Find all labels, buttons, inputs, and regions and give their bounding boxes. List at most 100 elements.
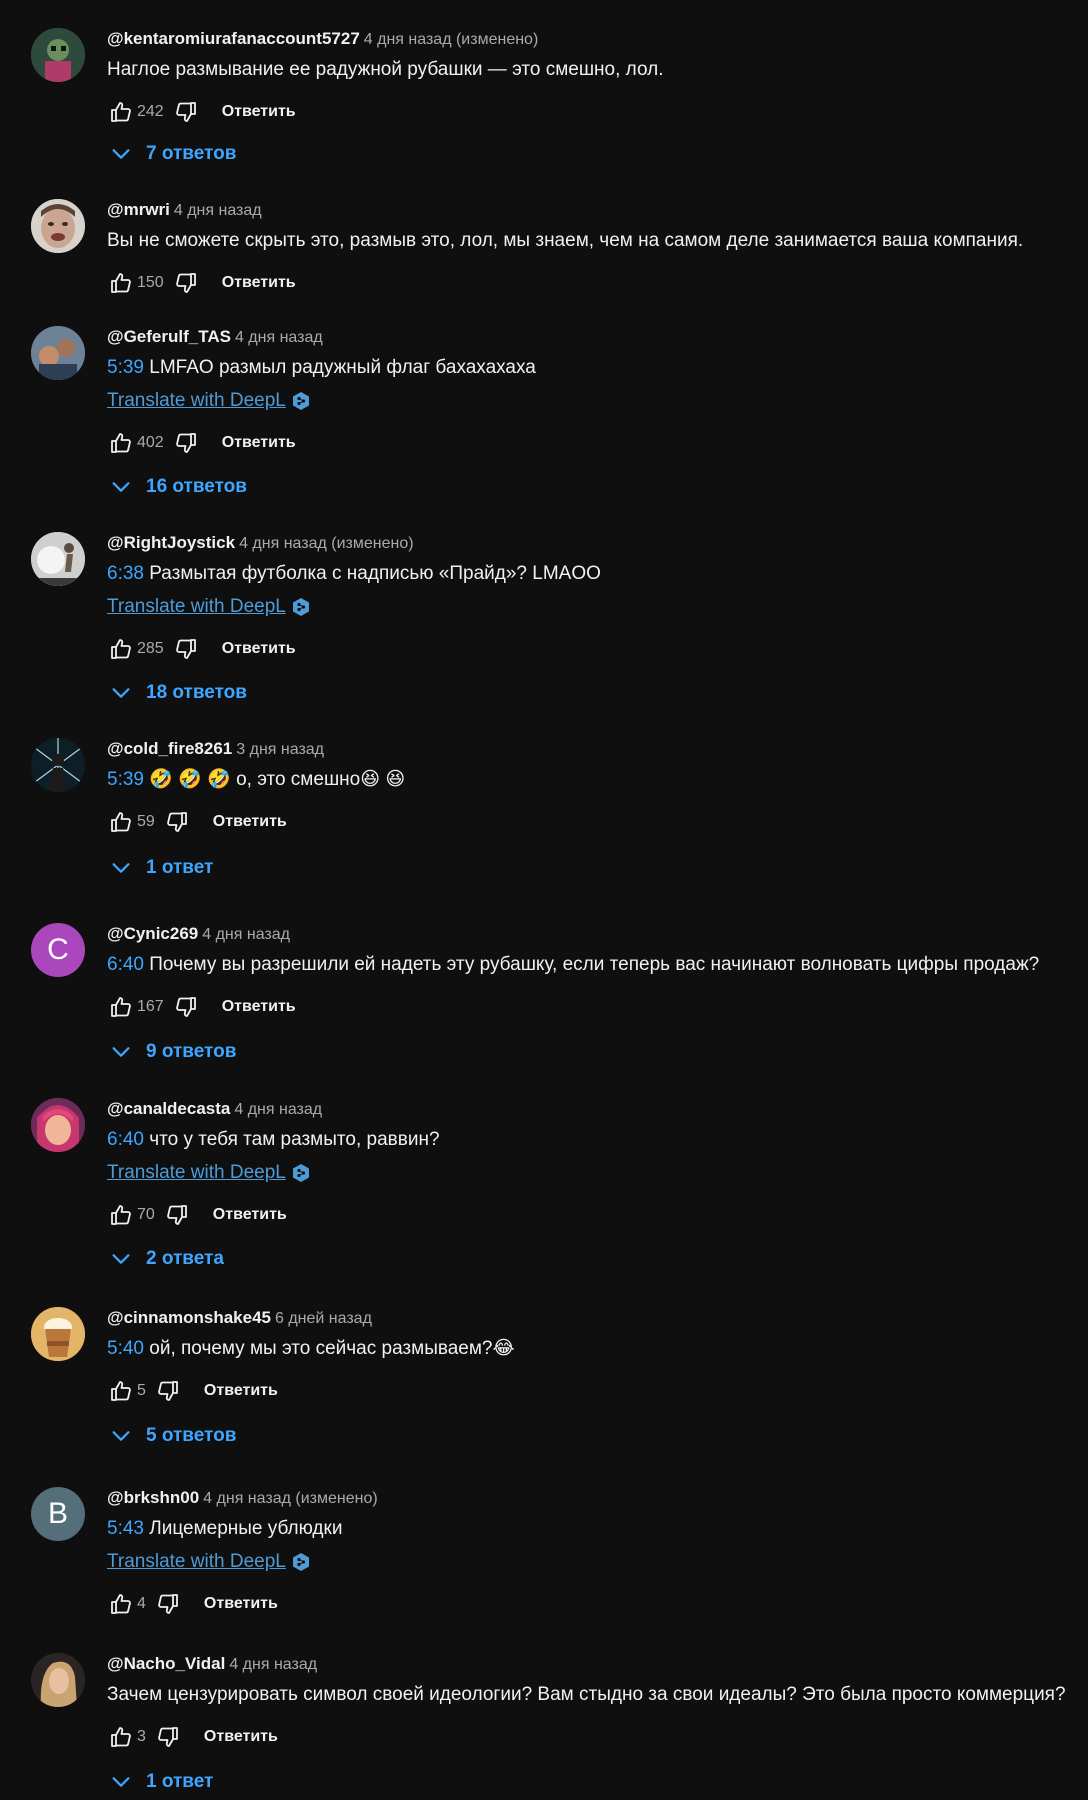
show-replies-button[interactable]: 7 ответов <box>107 139 236 169</box>
avatar[interactable] <box>31 326 85 380</box>
dislike-icon[interactable] <box>172 993 200 1021</box>
chevron-down-icon <box>112 1254 130 1264</box>
comment-text: 6:40 Почему вы разрешили ей надеть эту р… <box>107 953 1068 977</box>
comment-author[interactable]: @Nacho_Vidal <box>107 1654 225 1673</box>
translate-link[interactable]: Translate with DeepL <box>107 1162 286 1183</box>
comment-text-body: Лицемерные ублюдки <box>149 1518 343 1539</box>
chevron-down-icon <box>112 863 130 873</box>
avatar[interactable] <box>31 1098 85 1152</box>
chevron-down-icon <box>112 1047 130 1057</box>
like-icon[interactable] <box>107 1590 135 1618</box>
avatar[interactable] <box>31 532 85 586</box>
show-replies-button[interactable]: 5 ответов <box>107 1421 236 1451</box>
dislike-icon[interactable] <box>163 808 191 836</box>
dislike-icon[interactable] <box>154 1377 182 1405</box>
comment-author[interactable]: @Cynic269 <box>107 924 198 943</box>
comment-date: 6 дней назад <box>274 1310 372 1327</box>
show-replies-button[interactable]: 1 ответ <box>107 1767 213 1797</box>
like-icon[interactable] <box>107 1377 135 1405</box>
comment-date: 4 дня назад (изменено) <box>203 1490 378 1507</box>
like-count: 3 <box>137 1728 146 1745</box>
comment-author[interactable]: @cinnamonshake45 <box>107 1308 271 1327</box>
comment-author[interactable]: @canaldecasta <box>107 1099 230 1118</box>
comment-text: 5:43 Лицемерные ублюдки <box>107 1517 1068 1541</box>
reply-button[interactable]: Ответить <box>222 274 296 292</box>
comment-author[interactable]: @Geferulf_TAS <box>107 327 231 346</box>
comment-author[interactable]: @brkshn00 <box>107 1488 199 1507</box>
comment-text-body: ой, почему мы это сейчас размываем?😂 <box>149 1338 515 1359</box>
comment-author[interactable]: @cold_fire8261 <box>107 739 232 758</box>
dislike-icon[interactable] <box>154 1723 182 1751</box>
comment-author[interactable]: @mrwri <box>107 200 170 219</box>
like-icon[interactable] <box>107 993 135 1021</box>
comment-text: Вы не сможете скрыть это, размыв это, ло… <box>107 230 1024 251</box>
like-count: 167 <box>137 998 164 1015</box>
like-icon[interactable] <box>107 1723 135 1751</box>
reply-button[interactable]: Ответить <box>222 998 296 1016</box>
show-replies-button[interactable]: 16 ответов <box>107 472 247 502</box>
avatar[interactable] <box>31 738 85 792</box>
show-replies-button[interactable]: 1 ответ <box>107 853 213 883</box>
like-icon[interactable] <box>107 429 135 457</box>
timestamp-link[interactable]: 5:39 <box>107 357 144 378</box>
like-count: 4 <box>137 1595 146 1612</box>
like-count: 70 <box>137 1206 155 1223</box>
replies-count: 16 ответов <box>146 476 247 497</box>
timestamp-link[interactable]: 6:40 <box>107 1129 144 1150</box>
avatar[interactable] <box>31 199 85 253</box>
show-replies-button[interactable]: 2 ответа <box>107 1244 224 1274</box>
dislike-icon[interactable] <box>172 98 200 126</box>
avatar[interactable] <box>31 28 85 82</box>
comment-author[interactable]: @RightJoystick <box>107 533 235 552</box>
comment-text: 5:39 LMFAO размыл радужный флаг бахахаха… <box>107 356 1068 380</box>
translate-link[interactable]: Translate with DeepL <box>107 390 286 411</box>
comment-text-body: 🤣 🤣 🤣 о, это смешно😆 😆 <box>149 769 406 790</box>
reply-button[interactable]: Ответить <box>222 103 296 121</box>
like-icon[interactable] <box>107 808 135 836</box>
avatar[interactable] <box>31 1307 85 1361</box>
reply-button[interactable]: Ответить <box>222 434 296 452</box>
comment-date: 4 дня назад (изменено) <box>363 31 539 48</box>
like-icon[interactable] <box>107 635 135 663</box>
timestamp-link[interactable]: 5:39 <box>107 769 144 790</box>
avatar-letter: C <box>47 933 69 966</box>
translate-row: Translate with DeepL <box>107 389 1068 413</box>
reply-button[interactable]: Ответить <box>213 1206 287 1224</box>
dislike-icon[interactable] <box>172 269 200 297</box>
dislike-icon[interactable] <box>154 1590 182 1618</box>
replies-count: 7 ответов <box>146 143 237 164</box>
comment-date: 3 дня назад <box>236 741 325 758</box>
translate-link[interactable]: Translate with DeepL <box>107 1551 286 1572</box>
timestamp-link[interactable]: 6:38 <box>107 563 144 584</box>
dislike-icon[interactable] <box>172 635 200 663</box>
comment-text-body: LMFAO размыл радужный флаг бахахахаха <box>149 357 536 378</box>
show-replies-button[interactable]: 9 ответов <box>107 1037 236 1067</box>
show-replies-button[interactable]: 18 ответов <box>107 678 247 708</box>
reply-button[interactable]: Ответить <box>222 640 296 658</box>
avatar[interactable]: C <box>31 923 85 977</box>
comment-author[interactable]: @kentaromiurafanaccount5727 <box>107 29 360 48</box>
reply-button[interactable]: Ответить <box>204 1382 278 1400</box>
like-icon[interactable] <box>107 98 135 126</box>
avatar[interactable]: B <box>31 1487 85 1541</box>
translate-link[interactable]: Translate with DeepL <box>107 596 286 617</box>
avatar[interactable] <box>31 1653 85 1707</box>
reply-button[interactable]: Ответить <box>204 1595 278 1613</box>
timestamp-link[interactable]: 5:43 <box>107 1518 144 1539</box>
timestamp-link[interactable]: 5:40 <box>107 1338 144 1359</box>
chevron-down-icon <box>112 149 130 159</box>
comment-date: 4 дня назад (изменено) <box>239 535 414 552</box>
dislike-icon[interactable] <box>163 1201 191 1229</box>
timestamp-link[interactable]: 6:40 <box>107 954 144 975</box>
like-count: 5 <box>137 1382 146 1399</box>
like-icon[interactable] <box>107 269 135 297</box>
avatar-letter: B <box>47 1497 68 1530</box>
like-icon[interactable] <box>107 1201 135 1229</box>
comment-date: 4 дня назад <box>173 202 262 219</box>
chevron-down-icon <box>112 1777 130 1787</box>
chevron-down-icon <box>112 688 130 698</box>
reply-button[interactable]: Ответить <box>213 813 287 831</box>
dislike-icon[interactable] <box>172 429 200 457</box>
reply-button[interactable]: Ответить <box>204 1728 278 1746</box>
like-count: 285 <box>137 640 164 657</box>
